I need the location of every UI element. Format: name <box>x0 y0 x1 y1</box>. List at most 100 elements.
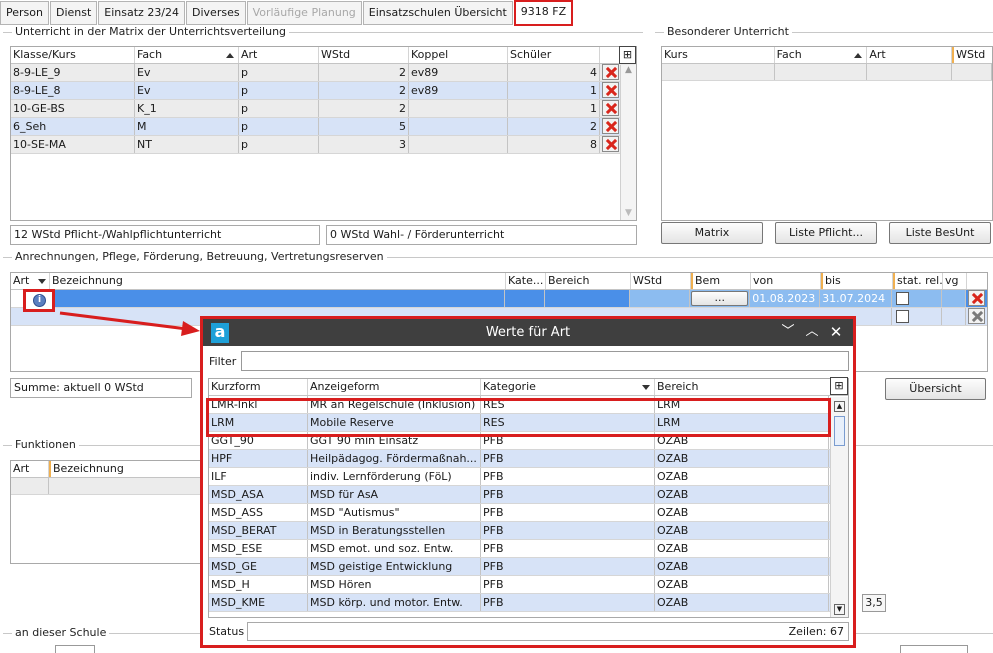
matrix-scrollbar[interactable]: ▲ ▼ <box>620 65 636 220</box>
tab-3[interactable]: Diverses <box>186 1 246 25</box>
tab-6[interactable]: 9318 FZ <box>513 0 574 26</box>
von-cell[interactable]: 01.08.2023 <box>750 290 821 307</box>
matrix-cell-fach[interactable]: Ev <box>135 64 239 81</box>
matrix-cell-koppel[interactable]: ev89 <box>409 82 508 99</box>
matrix-cell-klasse[interactable]: 10-SE-MA <box>11 136 135 153</box>
matrix-cell-wstd[interactable]: 3 <box>319 136 409 153</box>
matrix-cell-schueler[interactable]: 4 <box>508 64 600 81</box>
column-chooser-icon[interactable]: ⊞ <box>619 46 636 64</box>
liste-pflicht-button[interactable]: Liste Pflicht... <box>775 222 877 244</box>
werte-row[interactable]: MSD_GE MSD geistige Entwicklung PFB OZAB <box>209 558 830 576</box>
matrix-cell-schueler[interactable]: 2 <box>508 118 600 135</box>
besonderer-empty-row[interactable] <box>662 64 993 81</box>
schule-field-right[interactable] <box>900 645 968 653</box>
werte-row[interactable]: MSD_ESE MSD emot. und soz. Entw. PFB OZAB <box>209 540 830 558</box>
delete-row-icon[interactable] <box>602 118 619 134</box>
col-art-f[interactable]: Art <box>11 461 49 477</box>
col-anzeigeform[interactable]: Anzeigeform <box>308 379 481 395</box>
col-bereich-d[interactable]: Bereich <box>655 379 829 395</box>
delete-row-icon[interactable] <box>602 100 619 116</box>
col-art[interactable]: Art <box>239 47 319 63</box>
col-fach-b[interactable]: Fach <box>775 47 868 63</box>
matrix-cell-art[interactable]: p <box>239 118 319 135</box>
matrix-cell-schueler[interactable]: 1 <box>508 82 600 99</box>
matrix-cell-art[interactable]: p <box>239 82 319 99</box>
werte-scrollbar[interactable]: ▲ ▼ <box>830 397 848 617</box>
chevron-up-icon[interactable]: ︿ <box>803 322 821 342</box>
matrix-cell-klasse[interactable]: 6_Seh <box>11 118 135 135</box>
matrix-cell-schueler[interactable]: 8 <box>508 136 600 153</box>
scroll-up-icon[interactable]: ▲ <box>621 65 636 75</box>
matrix-row[interactable]: 10-GE-BS K_1 p 2 1 <box>11 100 636 118</box>
matrix-cell-koppel[interactable]: ev89 <box>409 64 508 81</box>
matrix-cell-fach[interactable]: M <box>135 118 239 135</box>
tab-2[interactable]: Einsatz 23/24 <box>98 1 186 25</box>
uebersicht-button[interactable]: Übersicht <box>885 378 986 400</box>
matrix-cell-fach[interactable]: NT <box>135 136 239 153</box>
schule-field[interactable] <box>55 645 95 653</box>
col-wstd-b[interactable]: WStd <box>952 47 992 63</box>
matrix-cell-klasse[interactable]: 8-9-LE_9 <box>11 64 135 81</box>
werte-row[interactable]: HPF Heilpädagog. Fördermaßnah... PFB OZAB <box>209 450 830 468</box>
matrix-cell-wstd[interactable]: 2 <box>319 100 409 117</box>
art-picker-highlight[interactable]: i <box>23 289 55 312</box>
chevron-down-icon[interactable]: ﹀ <box>779 322 797 342</box>
bem-button[interactable]: ... <box>691 291 749 306</box>
matrix-cell-klasse[interactable]: 8-9-LE_8 <box>11 82 135 99</box>
werte-row[interactable]: MSD_ASA MSD für AsA PFB OZAB <box>209 486 830 504</box>
matrix-cell-fach[interactable]: K_1 <box>135 100 239 117</box>
werte-row[interactable]: MSD_H MSD Hören PFB OZAB <box>209 576 830 594</box>
scroll-thumb[interactable] <box>834 416 845 446</box>
matrix-row[interactable]: 10-SE-MA NT p 3 8 <box>11 136 636 154</box>
col-von[interactable]: von <box>751 273 821 289</box>
col-kurs[interactable]: Kurs <box>662 47 775 63</box>
col-vg[interactable]: vg <box>943 273 967 289</box>
column-chooser-icon[interactable]: ⊞ <box>830 377 848 395</box>
col-schueler[interactable]: Schüler <box>508 47 600 63</box>
scroll-up-icon[interactable]: ▲ <box>834 401 845 412</box>
delete-row-icon[interactable] <box>968 290 985 306</box>
col-fach[interactable]: Fach <box>135 47 239 63</box>
matrix-row[interactable]: 8-9-LE_9 Ev p 2 ev89 4 <box>11 64 636 82</box>
bis-cell[interactable]: 31.07.2024 <box>820 290 893 307</box>
matrix-row[interactable]: 8-9-LE_8 Ev p 2 ev89 1 <box>11 82 636 100</box>
delete-row-icon[interactable] <box>968 308 985 324</box>
tab-0[interactable]: Person <box>0 1 49 25</box>
col-stat-rel[interactable]: stat. rel. <box>893 273 943 289</box>
stat-rel-checkbox[interactable] <box>896 292 910 305</box>
col-bis[interactable]: bis <box>821 273 893 289</box>
matrix-cell-koppel[interactable] <box>409 136 508 153</box>
matrix-cell-fach[interactable]: Ev <box>135 82 239 99</box>
close-icon[interactable]: ✕ <box>827 322 845 342</box>
delete-row-icon[interactable] <box>602 64 619 80</box>
liste-besunt-button[interactable]: Liste BesUnt <box>889 222 991 244</box>
matrix-cell-schueler[interactable]: 1 <box>508 100 600 117</box>
matrix-row[interactable]: 6_Seh Mp 5 2 <box>11 118 636 136</box>
filter-input[interactable] <box>241 351 849 371</box>
wstd-cell[interactable] <box>630 290 691 307</box>
col-bereich[interactable]: Bereich <box>546 273 631 289</box>
delete-row-icon[interactable] <box>602 136 619 152</box>
matrix-cell-art[interactable]: p <box>239 64 319 81</box>
werte-row[interactable]: MSD_BERAT MSD in Beratungsstellen PFB OZAB <box>209 522 830 540</box>
matrix-cell-koppel[interactable] <box>409 118 508 135</box>
matrix-cell-wstd[interactable]: 2 <box>319 64 409 81</box>
col-wstd[interactable]: WStd <box>319 47 409 63</box>
dialog-titlebar[interactable]: a Werte für Art ﹀ ︿ ✕ <box>203 319 853 346</box>
tab-5[interactable]: Einsatzschulen Übersicht <box>362 1 513 25</box>
col-bezeichnung[interactable]: Bezeichnung <box>50 273 506 289</box>
col-kurzform[interactable]: Kurzform <box>209 379 308 395</box>
col-klasse[interactable]: Klasse/Kurs <box>11 47 135 63</box>
col-kategorie-d[interactable]: Kategorie <box>481 379 655 395</box>
matrix-cell-koppel[interactable] <box>409 100 508 117</box>
werte-row[interactable]: MSD_ASS MSD "Autismus" PFB OZAB <box>209 504 830 522</box>
col-bezeichnung-f[interactable]: Bezeichnung <box>49 461 209 477</box>
matrix-button[interactable]: Matrix <box>661 222 763 244</box>
tab-1[interactable]: Dienst <box>49 1 98 25</box>
matrix-cell-wstd[interactable]: 5 <box>319 118 409 135</box>
matrix-cell-wstd[interactable]: 2 <box>319 82 409 99</box>
col-kategorie[interactable]: Kate... <box>506 273 546 289</box>
scroll-down-icon[interactable]: ▼ <box>834 604 845 615</box>
funktionen-empty-row[interactable] <box>11 478 209 495</box>
col-bem[interactable]: Bem <box>691 273 751 289</box>
